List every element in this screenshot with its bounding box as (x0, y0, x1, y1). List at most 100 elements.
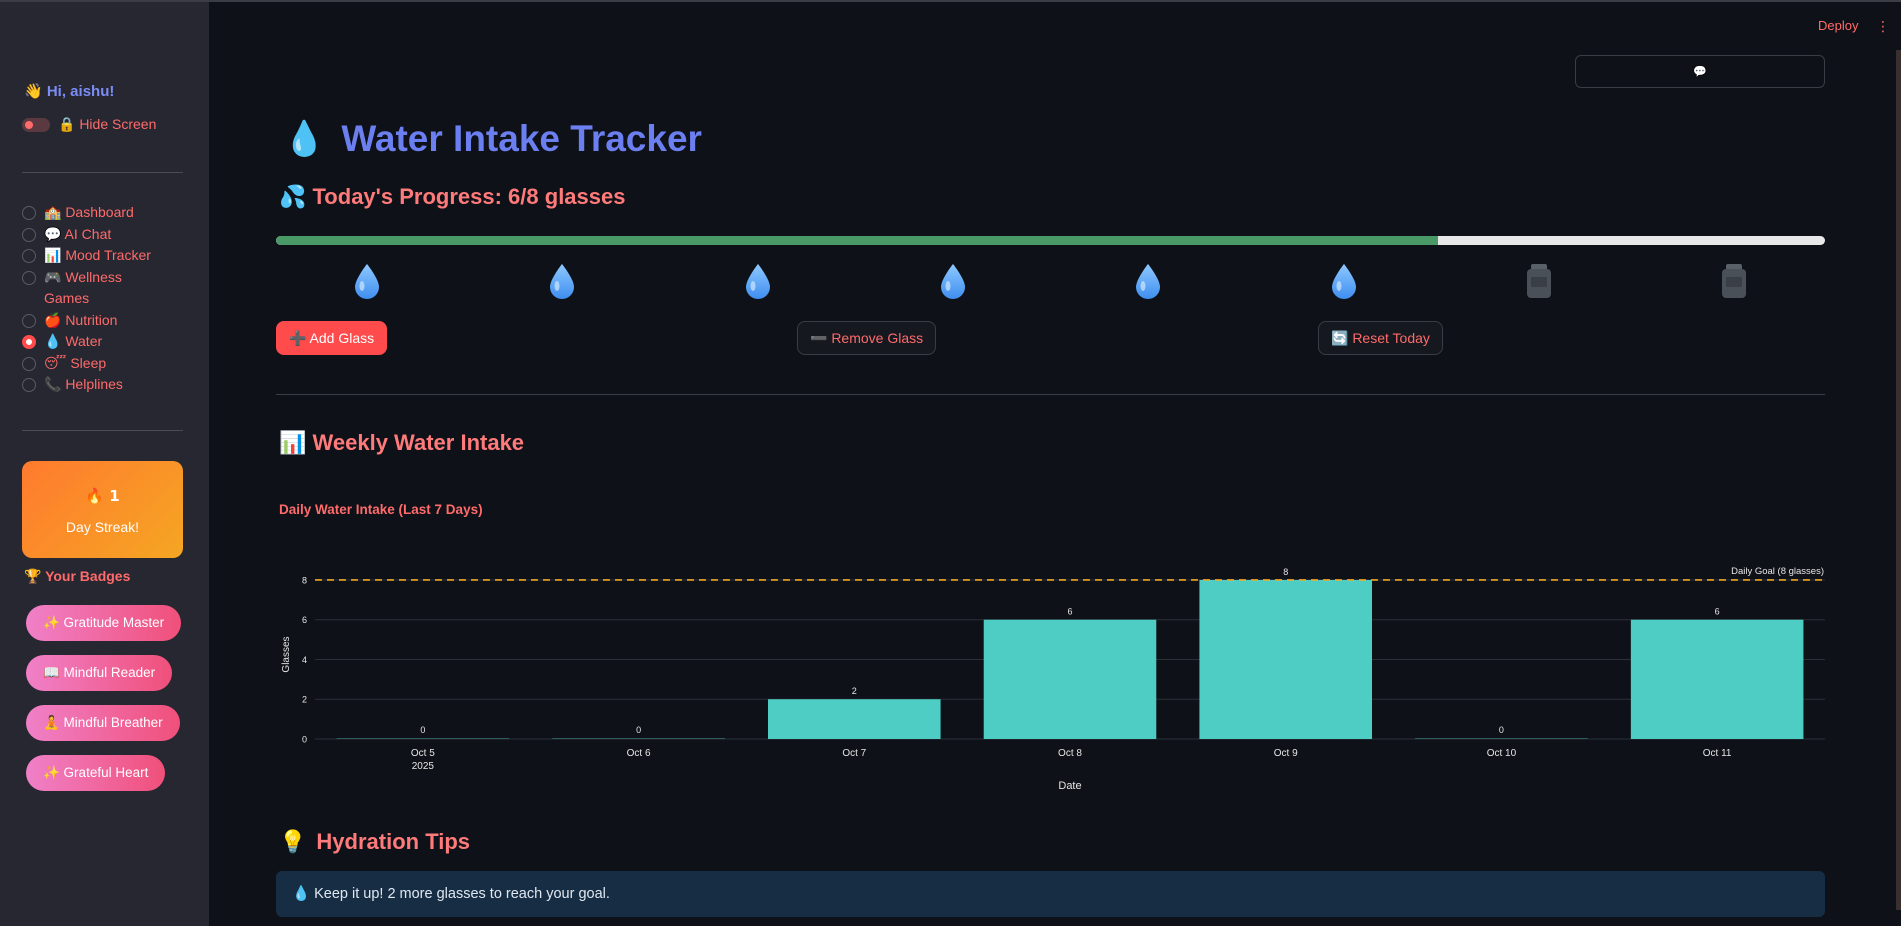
progress-bar (276, 236, 1825, 245)
x-tick-label: Oct 9 (1274, 748, 1298, 759)
water-drop-icon (938, 262, 968, 300)
chart-bar (768, 699, 941, 739)
x-tick-label: 2025 (412, 761, 435, 772)
tips-heading-text: Hydration Tips (316, 829, 471, 854)
streak-card: 🔥 1 Day Streak! (22, 461, 183, 558)
badges-heading: 🏆 Your Badges (24, 568, 131, 584)
y-axis-label: Glasses (281, 636, 292, 672)
chart-bar (1630, 619, 1804, 739)
x-tick-label: Oct 10 (1487, 748, 1517, 759)
streak-number: 🔥 1 (85, 487, 120, 505)
chart-bar (1199, 579, 1372, 739)
radio-button[interactable] (22, 335, 36, 349)
chart-bar (983, 619, 1157, 739)
tips-heading: 💡 Hydration Tips (279, 829, 470, 855)
chart-title: Daily Water Intake (Last 7 Days) (279, 502, 483, 517)
progress-heading: 💦 Today's Progress: 6/8 glasses (279, 184, 626, 209)
bar-value-label: 0 (636, 725, 641, 735)
sidebar-divider (22, 430, 183, 431)
sidebar-item[interactable]: 📞 Helplines (22, 374, 192, 396)
y-tick-label: 6 (302, 615, 307, 625)
x-tick-label: Oct 5 (411, 748, 435, 759)
bar-value-label: 0 (1499, 725, 1504, 735)
x-tick-label: Oct 6 (627, 748, 651, 759)
water-drop-icon (1133, 262, 1163, 300)
scrollbar[interactable] (1896, 50, 1901, 910)
sidebar-item-label: 💬 AI Chat (44, 225, 112, 242)
water-drop-icon (547, 262, 577, 300)
page-title: 💧 Water Intake Tracker (283, 118, 702, 160)
sidebar-item-label: 💧 Water (44, 333, 103, 349)
sidebar-item[interactable]: 🎮 Wellness Games (22, 267, 192, 310)
window-top-border (0, 0, 1901, 2)
empty-jar-icon (1719, 262, 1749, 300)
section-divider (276, 394, 1825, 395)
chart-bar (1415, 738, 1588, 739)
radio-button[interactable] (22, 356, 36, 371)
sidebar-divider (22, 172, 183, 173)
radio-button[interactable] (22, 313, 36, 328)
sidebar-item[interactable]: 📊 Mood Tracker (22, 245, 192, 267)
x-tick-label: Oct 11 (1703, 748, 1732, 759)
water-drop-icon: 💧 (283, 119, 326, 159)
water-drop-icon (1329, 262, 1359, 300)
hide-screen-label: 🔒 Hide Screen (58, 116, 157, 132)
goal-line-label: Daily Goal (8 glasses) (1731, 566, 1824, 577)
lightbulb-icon: 💡 (279, 829, 307, 855)
chart-bar (336, 738, 510, 739)
bar-value-label: 2 (852, 686, 857, 696)
y-tick-label: 4 (302, 655, 307, 665)
y-tick-label: 0 (302, 735, 307, 745)
sidebar-item-label: 📊 Mood Tracker (44, 247, 151, 263)
x-tick-label: Oct 7 (842, 748, 866, 759)
chart-bar (552, 738, 725, 739)
progress-bar-fill (276, 236, 1438, 245)
weekly-heading: 📊 Weekly Water Intake (279, 430, 525, 455)
radio-button[interactable] (22, 270, 36, 285)
sidebar-item-label: 📞 Helplines (44, 376, 123, 392)
sidebar-item[interactable]: 🍎 Nutrition (22, 310, 192, 332)
chat-bubble-button[interactable]: 💬 (1575, 55, 1825, 88)
hide-screen-toggle-row[interactable]: 🔒 Hide Screen (22, 116, 156, 133)
x-tick-label: Oct 8 (1058, 748, 1082, 759)
hide-screen-toggle[interactable] (22, 117, 50, 132)
badge-mindful-reader[interactable]: 📖 Mindful Reader (26, 655, 173, 691)
sidebar-item-label: 🍎 Nutrition (44, 311, 118, 328)
y-tick-label: 8 (302, 575, 307, 585)
sidebar-item-label: 🏫 Dashboard (44, 204, 134, 220)
more-menu-icon[interactable]: ⋮ (1876, 18, 1890, 35)
y-tick-label: 2 (302, 695, 307, 705)
badge-grateful-heart[interactable]: ✨ Grateful Heart (26, 755, 166, 791)
sidebar-item[interactable]: 😴 Sleep (22, 353, 192, 375)
weekly-water-chart: 0 2 4 6 8 Glasses 0 Oct 5 2025 0 Oct 6 2 Oct 7 6 Oct 8… (281, 566, 1825, 792)
greeting: 👋 Hi, aishu! (24, 83, 115, 100)
page-title-text: Water Intake Tracker (341, 118, 702, 159)
sidebar-item-label: 🎮 Wellness Games (44, 268, 122, 307)
add-glass-button[interactable]: ➕ Add Glass (276, 321, 388, 355)
badge-gratitude-master[interactable]: ✨ Gratitude Master (26, 605, 182, 641)
sidebar-item[interactable]: 🏫 Dashboard (22, 202, 192, 224)
sidebar-item-label: 😴 Sleep (44, 354, 107, 371)
bar-value-label: 8 (1283, 567, 1288, 577)
bar-value-label: 6 (1067, 607, 1072, 617)
remove-glass-button[interactable]: ➖ Remove Glass (797, 321, 937, 355)
sidebar-item[interactable]: 💧 Water (22, 331, 192, 353)
sidebar-item[interactable]: 💬 AI Chat (22, 224, 192, 246)
deploy-button[interactable]: Deploy (1818, 18, 1858, 33)
water-drop-icon (352, 262, 382, 300)
radio-button[interactable] (22, 227, 36, 242)
x-axis-label: Date (1058, 780, 1081, 792)
radio-button[interactable] (22, 206, 36, 220)
bar-value-label: 6 (1715, 607, 1720, 617)
streak-label: Day Streak! (65, 519, 140, 535)
sidebar-nav: 🏫 Dashboard 💬 AI Chat 📊 Mood Tracker 🎮 Well… (22, 202, 192, 396)
reset-today-button[interactable]: 🔄 Reset Today (1318, 321, 1443, 355)
bar-value-label: 0 (420, 725, 425, 735)
radio-button[interactable] (22, 378, 36, 392)
radio-button[interactable] (22, 249, 36, 263)
water-drop-icon (743, 262, 773, 300)
badge-mindful-breather[interactable]: 🧘 Mindful Breather (26, 705, 180, 741)
empty-jar-icon (1524, 262, 1554, 300)
hydration-tip: 💧 Keep it up! 2 more glasses to reach yo… (276, 871, 1825, 917)
sidebar: 👋 Hi, aishu! 🔒 Hide Screen 🏫 Dashboard 💬 … (0, 2, 209, 926)
